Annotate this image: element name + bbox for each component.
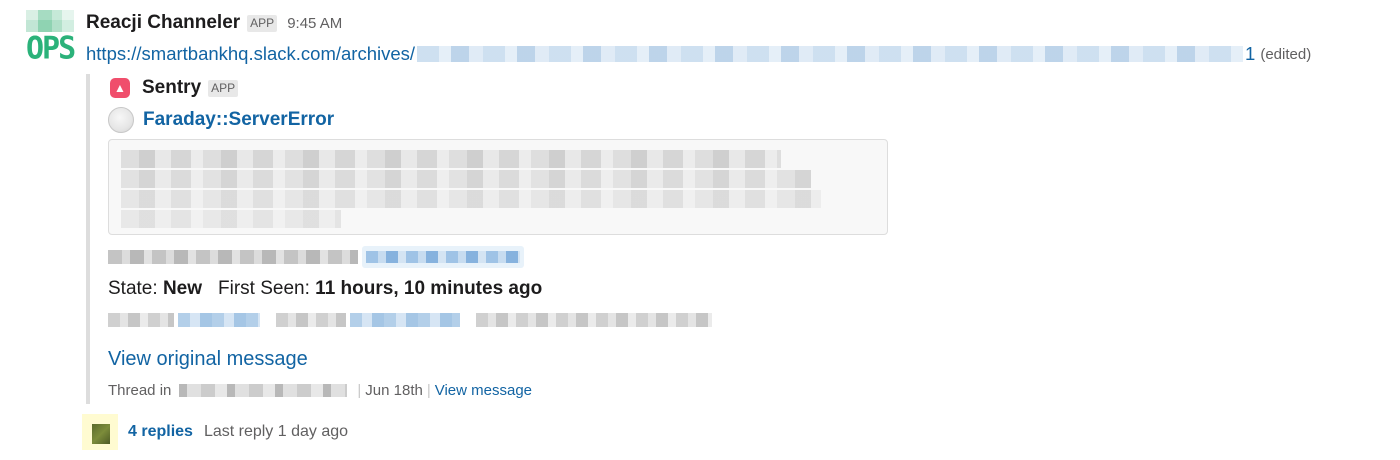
redacted-channel-name[interactable] bbox=[179, 383, 348, 397]
redacted-link[interactable] bbox=[350, 313, 460, 327]
archive-link-suffix[interactable]: 1 bbox=[1245, 43, 1255, 65]
sentry-attachment: ▲ Sentry APP Faraday::ServerError State:… bbox=[86, 74, 990, 404]
divider: | bbox=[357, 381, 362, 399]
divider: | bbox=[426, 381, 431, 399]
service-name[interactable]: Sentry bbox=[142, 77, 201, 99]
sender-name[interactable]: Reacji Channeler bbox=[86, 12, 240, 34]
attachment-title-row: Faraday::ServerError bbox=[108, 107, 334, 133]
reply-count-link[interactable]: 4 replies bbox=[128, 423, 193, 441]
redacted-text bbox=[276, 313, 346, 327]
redacted-text bbox=[108, 250, 358, 264]
ops-avatar[interactable]: OPS bbox=[24, 10, 76, 66]
view-original-message-link[interactable]: View original message bbox=[108, 346, 308, 372]
state-value: New bbox=[162, 278, 203, 299]
first-seen-value: 11 hours, 10 minutes ago bbox=[315, 278, 543, 299]
message-body: https://smartbankhq.slack.com/archives/ … bbox=[86, 41, 1311, 67]
error-title-link[interactable]: Faraday::ServerError bbox=[143, 109, 334, 131]
archive-link-prefix[interactable]: https://smartbankhq.slack.com/archives/ bbox=[86, 43, 415, 65]
redacted-user-mention[interactable] bbox=[362, 246, 524, 268]
thread-in-label: Thread in bbox=[108, 381, 172, 399]
redacted-text bbox=[108, 313, 174, 327]
first-seen-label: First Seen: bbox=[218, 278, 310, 299]
redacted-link-path[interactable] bbox=[417, 46, 1244, 62]
issue-state-line: State: New First Seen: 11 hours, 10 minu… bbox=[108, 276, 542, 302]
redacted-text bbox=[476, 313, 712, 327]
ops-avatar-text: OPS bbox=[26, 30, 76, 67]
thread-date: Jun 18th bbox=[365, 381, 423, 399]
service-app-badge: APP bbox=[208, 79, 239, 97]
app-badge: APP bbox=[247, 14, 278, 32]
reply-avatar bbox=[82, 414, 118, 450]
message-header: Reacji Channeler APP 9:45 AM bbox=[86, 11, 342, 35]
message-timestamp[interactable]: 9:45 AM bbox=[287, 15, 342, 32]
redacted-link[interactable] bbox=[178, 313, 260, 327]
thread-replies-bar[interactable]: 4 replies Last reply 1 day ago bbox=[82, 414, 348, 450]
redacted-fields-line bbox=[108, 310, 712, 330]
redacted-error-message bbox=[108, 139, 888, 235]
edited-marker: (edited) bbox=[1260, 45, 1312, 63]
state-label: State: bbox=[108, 278, 158, 299]
redacted-assignment-line bbox=[108, 246, 524, 268]
attachment-service: ▲ Sentry APP bbox=[110, 76, 239, 100]
sentry-logo-icon: ▲ bbox=[110, 78, 130, 98]
message: OPS Reacji Channeler APP 9:45 AM https:/… bbox=[0, 0, 1400, 460]
last-reply-text: Last reply 1 day ago bbox=[203, 423, 349, 440]
view-message-link[interactable]: View message bbox=[435, 382, 532, 399]
thread-context-line: Thread in | Jun 18th | View message bbox=[108, 380, 532, 400]
status-circle-icon bbox=[108, 107, 134, 133]
